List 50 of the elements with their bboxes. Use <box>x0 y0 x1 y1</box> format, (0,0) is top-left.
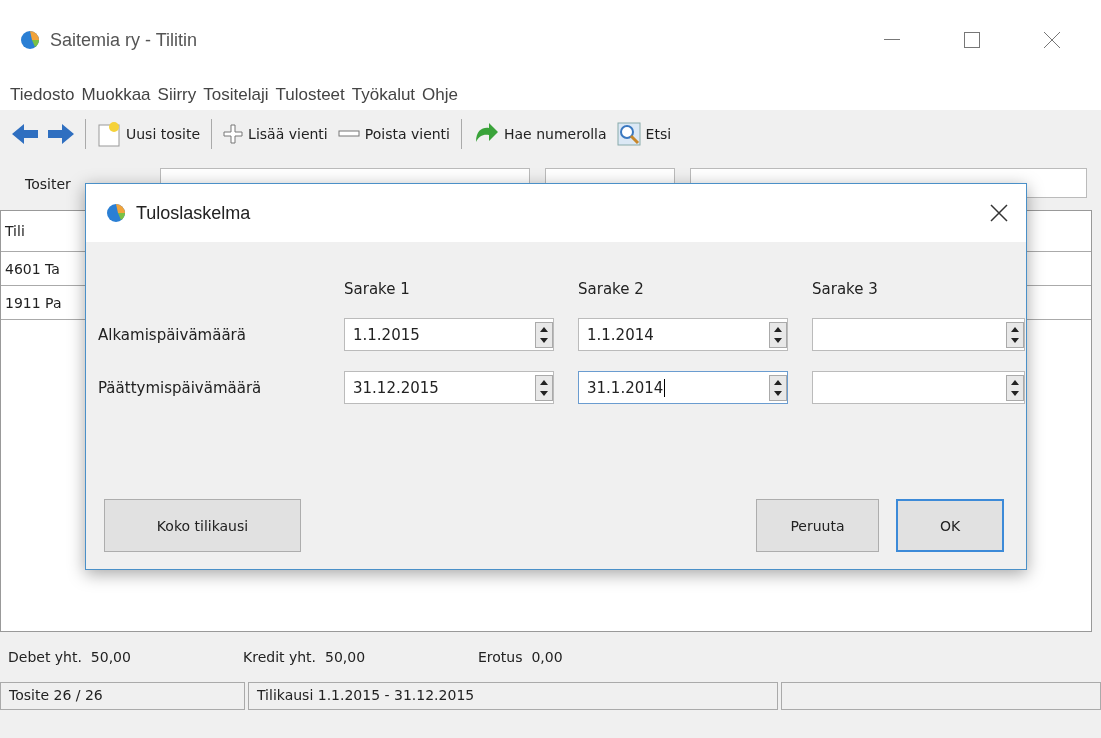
new-document-icon <box>97 121 121 147</box>
column-header: Sarake 3 <box>812 280 878 298</box>
status-cell: Tilikausi 1.1.2015 - 31.12.2015 <box>248 682 778 710</box>
total-text: Kredit yht. 50,00 <box>243 649 367 665</box>
menu-item[interactable]: Ohje <box>422 85 458 105</box>
spin-arrows-icon[interactable] <box>769 374 787 401</box>
field-label: Tositer <box>25 176 71 192</box>
menu-item[interactable]: Työkalut <box>351 85 416 105</box>
date-spin-field[interactable] <box>812 318 1025 351</box>
date-spin-field[interactable]: 1.1.2015 <box>344 318 554 351</box>
toolbar-button[interactable]: Poista vienti <box>335 124 452 144</box>
arrow-left-icon[interactable] <box>10 122 40 146</box>
field-label: Alkamispäivämäärä <box>98 325 246 344</box>
total-text: Debet yht. 50,00 <box>8 649 132 665</box>
spin-arrows-icon[interactable] <box>535 374 553 401</box>
menu-item[interactable]: Muokkaa <box>81 85 151 105</box>
app-logo-icon <box>20 30 40 50</box>
minimize-icon[interactable] <box>884 39 900 41</box>
dialog-logo-icon <box>106 203 126 223</box>
arrow-right-icon[interactable] <box>46 122 76 146</box>
minus-icon <box>337 130 360 138</box>
menu-item[interactable]: Tulosteet <box>275 85 345 105</box>
dialog-button[interactable]: Koko tilikausi <box>104 499 301 552</box>
total-text: Erotus 0,00 <box>478 649 564 665</box>
column-header: Sarake 2 <box>578 280 644 298</box>
spin-arrows-icon[interactable] <box>769 321 787 348</box>
toolbar-button[interactable]: Uusi tosite <box>95 119 203 149</box>
toolbar-button[interactable]: Lisää vienti <box>221 122 330 146</box>
magnifier-icon <box>616 122 641 146</box>
menu-item[interactable]: Tiedosto <box>10 85 75 105</box>
maximize-icon[interactable] <box>964 32 980 48</box>
date-spin-field[interactable] <box>812 371 1025 404</box>
date-spin-field[interactable]: 31.12.2015 <box>344 371 554 404</box>
dialog-button[interactable]: OK <box>896 499 1004 552</box>
plus-icon <box>223 124 244 144</box>
date-spin-field[interactable]: 31.1.2014 <box>578 371 788 404</box>
column-header: Sarake 1 <box>344 280 410 298</box>
menu-item[interactable]: Tositelaji <box>203 85 269 105</box>
menu-item[interactable]: Siirry <box>157 85 197 105</box>
close-icon[interactable] <box>990 204 1008 222</box>
status-cell: Tosite 26 / 26 <box>0 682 245 710</box>
spin-arrows-icon[interactable] <box>1006 374 1024 401</box>
spin-arrows-icon[interactable] <box>535 321 553 348</box>
date-spin-field[interactable]: 1.1.2014 <box>578 318 788 351</box>
field-label: Päättymispäivämäärä <box>98 378 262 397</box>
toolbar-button[interactable]: Etsi <box>614 120 674 148</box>
dialog-button[interactable]: Peruuta <box>756 499 879 552</box>
toolbar-button[interactable]: Hae numerolla <box>471 120 609 148</box>
spin-arrows-icon[interactable] <box>1006 321 1024 348</box>
window-title: Saitemia ry - Tilitin <box>50 29 199 51</box>
